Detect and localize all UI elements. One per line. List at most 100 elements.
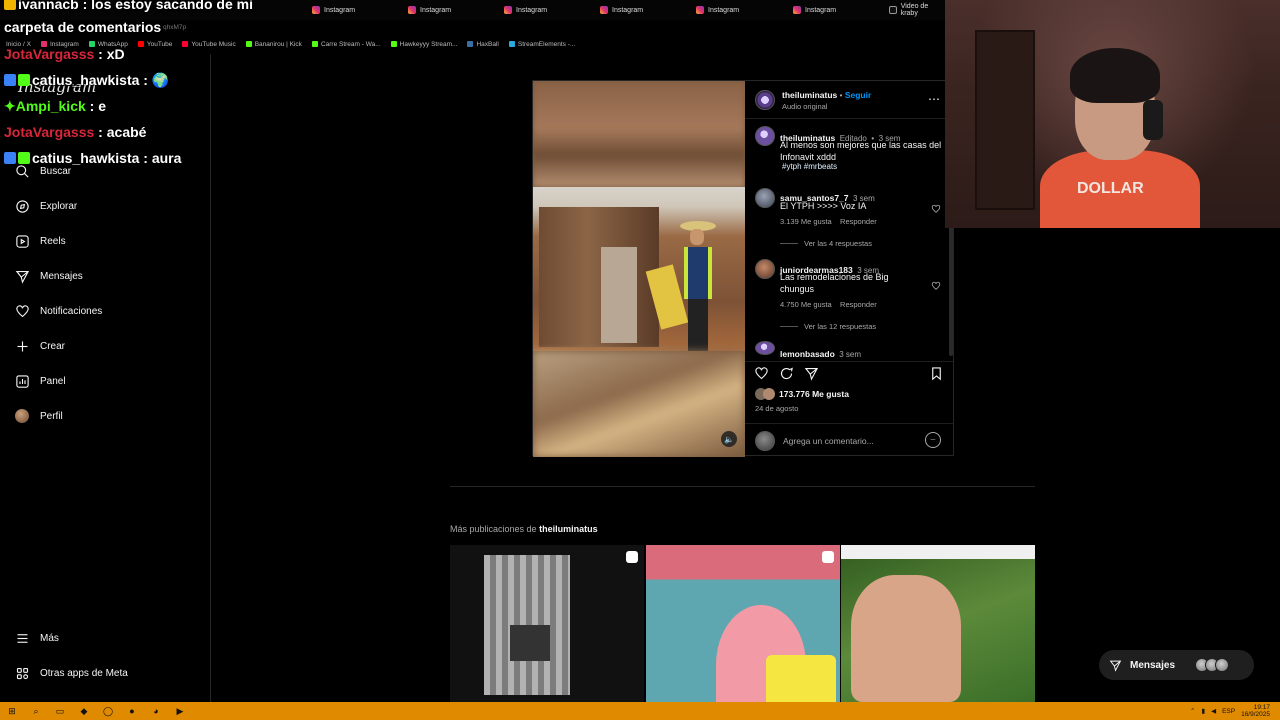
webcam-overlay: DOLLAR (945, 0, 1280, 228)
message-avatars (1195, 658, 1230, 672)
windows-taskbar: ⊞ ⌕ ▭ ◆ ◯ ● ◕ ▶ ⌃ ▮ ◀ ESP 19:17 16/9/2025 (0, 702, 1280, 720)
reply-button[interactable]: Responder (840, 300, 877, 309)
commenter-avatar[interactable] (755, 341, 775, 355)
bookmark[interactable]: YouTube Music (182, 41, 236, 48)
bookmark[interactable]: Hawkeyyy Stream... (390, 41, 457, 48)
volume-icon[interactable]: ◀ (1211, 707, 1216, 715)
messages-floating-button[interactable]: Mensajes (1099, 650, 1254, 680)
browser-tab[interactable]: Video de kraby (889, 2, 945, 18)
sidebar-item-crear[interactable]: Crear (14, 337, 65, 355)
audio-label[interactable]: Audio original (782, 102, 827, 111)
more-post-thumbnail[interactable] (450, 545, 644, 702)
comment-likes[interactable]: 4.750 Me gusta (780, 300, 832, 309)
browser-tab[interactable]: Instagram (504, 2, 547, 18)
browser-tab[interactable]: Instagram (312, 2, 355, 18)
sub-badge-icon (4, 152, 16, 164)
sidebar-item-explorar[interactable]: Explorar (14, 197, 77, 215)
clock[interactable]: 19:17 16/9/2025 (1241, 704, 1270, 718)
post-date: 24 de agosto (755, 404, 799, 413)
save-bookmark-icon[interactable] (929, 366, 947, 384)
sidebar-item-perfil[interactable]: Perfil (14, 407, 63, 425)
view-replies[interactable]: Ver las 12 respuestas (780, 322, 876, 331)
author-avatar[interactable] (755, 90, 775, 110)
menu-icon (14, 630, 30, 646)
section-divider (450, 486, 1035, 487)
media-player-icon[interactable]: ▶ (173, 704, 187, 718)
commenter-avatar[interactable] (755, 259, 775, 279)
more-post-thumbnail[interactable] (646, 545, 840, 702)
commenter-avatar[interactable] (755, 188, 775, 208)
language-indicator[interactable]: ESP (1222, 708, 1235, 715)
more-posts-username[interactable]: theiluminatus (539, 524, 598, 534)
sidebar-item-panel[interactable]: Panel (14, 372, 66, 390)
current-user-avatar (755, 431, 775, 451)
comment-like-heart-icon[interactable] (931, 278, 941, 290)
instagram-favicon-icon (793, 6, 801, 14)
discord-icon[interactable]: ◕ (149, 704, 163, 718)
share-send-icon[interactable] (804, 366, 822, 384)
instagram-favicon-icon (696, 6, 704, 14)
obs-icon[interactable]: ● (125, 704, 139, 718)
browser-tab[interactable]: Instagram (408, 2, 451, 18)
network-icon[interactable]: ▮ (1201, 707, 1205, 715)
chevron-up-icon[interactable]: ⌃ (1190, 707, 1195, 715)
comment-bubble-icon[interactable] (779, 366, 797, 384)
haxball-icon (467, 41, 474, 47)
instagram-favicon-icon (504, 6, 512, 14)
sidebar-item-reels[interactable]: Reels (14, 232, 66, 250)
tiktok-favicon-icon (889, 6, 897, 14)
bookmark[interactable]: YouTube (137, 41, 172, 48)
post-sidebar: theiluminatus • Seguir Audio original ⋯ … (745, 81, 953, 455)
browser-tab[interactable]: Instagram (600, 2, 643, 18)
browser-tab[interactable]: Instagram (696, 2, 739, 18)
search-icon[interactable]: ⌕ (29, 704, 43, 718)
brave-browser-icon[interactable]: ◆ (77, 704, 91, 718)
chat-message: ✦Ampi_kick : e (4, 98, 107, 114)
opera-icon[interactable]: ◯ (101, 704, 115, 718)
like-heart-icon[interactable] (754, 366, 772, 384)
chat-message: catius_hawkista : 🌍 (4, 72, 169, 89)
instagram-favicon-icon (312, 6, 320, 14)
sidebar-item-meta-apps[interactable]: Otras apps de Meta (14, 664, 128, 682)
streamelements-icon (508, 41, 515, 47)
bookmark[interactable]: HaxBall (467, 41, 499, 48)
like-count[interactable]: 173.776 Me gusta (779, 389, 849, 399)
crown-badge-icon (4, 0, 16, 10)
reel-video[interactable]: 🔈 (533, 81, 745, 457)
more-post-thumbnail[interactable] (841, 545, 1035, 702)
bookmark[interactable]: Carre Stream - Wa... (311, 41, 381, 48)
comment-likes[interactable]: 3.139 Me gusta (780, 217, 832, 226)
sidebar-item-mas[interactable]: Más (14, 629, 59, 647)
system-tray: ⌃ ▮ ◀ ESP 19:17 16/9/2025 (1190, 702, 1270, 720)
comment-like-heart-icon[interactable] (931, 201, 941, 213)
sidebar-item-mensajes[interactable]: Mensajes (14, 267, 83, 285)
comment-text: El YTPH >>>> Voz IA (780, 201, 867, 211)
comment-input-area: Agrega un comentario... ⌣ (745, 423, 953, 457)
reels-icon (14, 233, 30, 249)
caption-avatar[interactable] (755, 126, 775, 146)
bookmark[interactable]: StreamElements -... (508, 41, 575, 48)
bookmarks-bar: Inicio / X Instagram WhatsApp YouTube Yo… (0, 38, 945, 50)
more-options-icon[interactable]: ⋯ (928, 92, 941, 106)
windows-start-icon[interactable]: ⊞ (5, 704, 19, 718)
follow-button[interactable]: Seguir (845, 90, 871, 100)
file-explorer-icon[interactable]: ▭ (53, 704, 67, 718)
comment-input[interactable]: Agrega un comentario... (783, 436, 874, 446)
post-actions: 173.776 Me gusta 24 de agosto (745, 361, 953, 417)
author-username[interactable]: theiluminatus (782, 90, 837, 100)
sidebar-item-notificaciones[interactable]: Notificaciones (14, 302, 102, 320)
mute-button[interactable]: 🔈 (721, 431, 737, 447)
bookmark[interactable]: Bananirou | Kick (245, 41, 302, 48)
kick-badge-icon (18, 152, 30, 164)
instagram-favicon-icon (408, 6, 416, 14)
emoji-icon[interactable]: ⌣ (925, 432, 941, 448)
reply-button[interactable]: Responder (840, 217, 877, 226)
view-replies[interactable]: Ver las 4 respuestas (780, 239, 872, 248)
caption-text: Al menos son mejores que las casas del I… (780, 140, 942, 163)
caption-hashtags[interactable]: #ytph #mrbeats (782, 162, 837, 171)
liker-avatars[interactable] (755, 388, 775, 400)
plus-icon (14, 338, 30, 354)
browser-tab[interactable]: Instagram (793, 2, 836, 18)
apps-icon (14, 665, 30, 681)
kick-sparkle-icon: ✦ (4, 98, 16, 114)
